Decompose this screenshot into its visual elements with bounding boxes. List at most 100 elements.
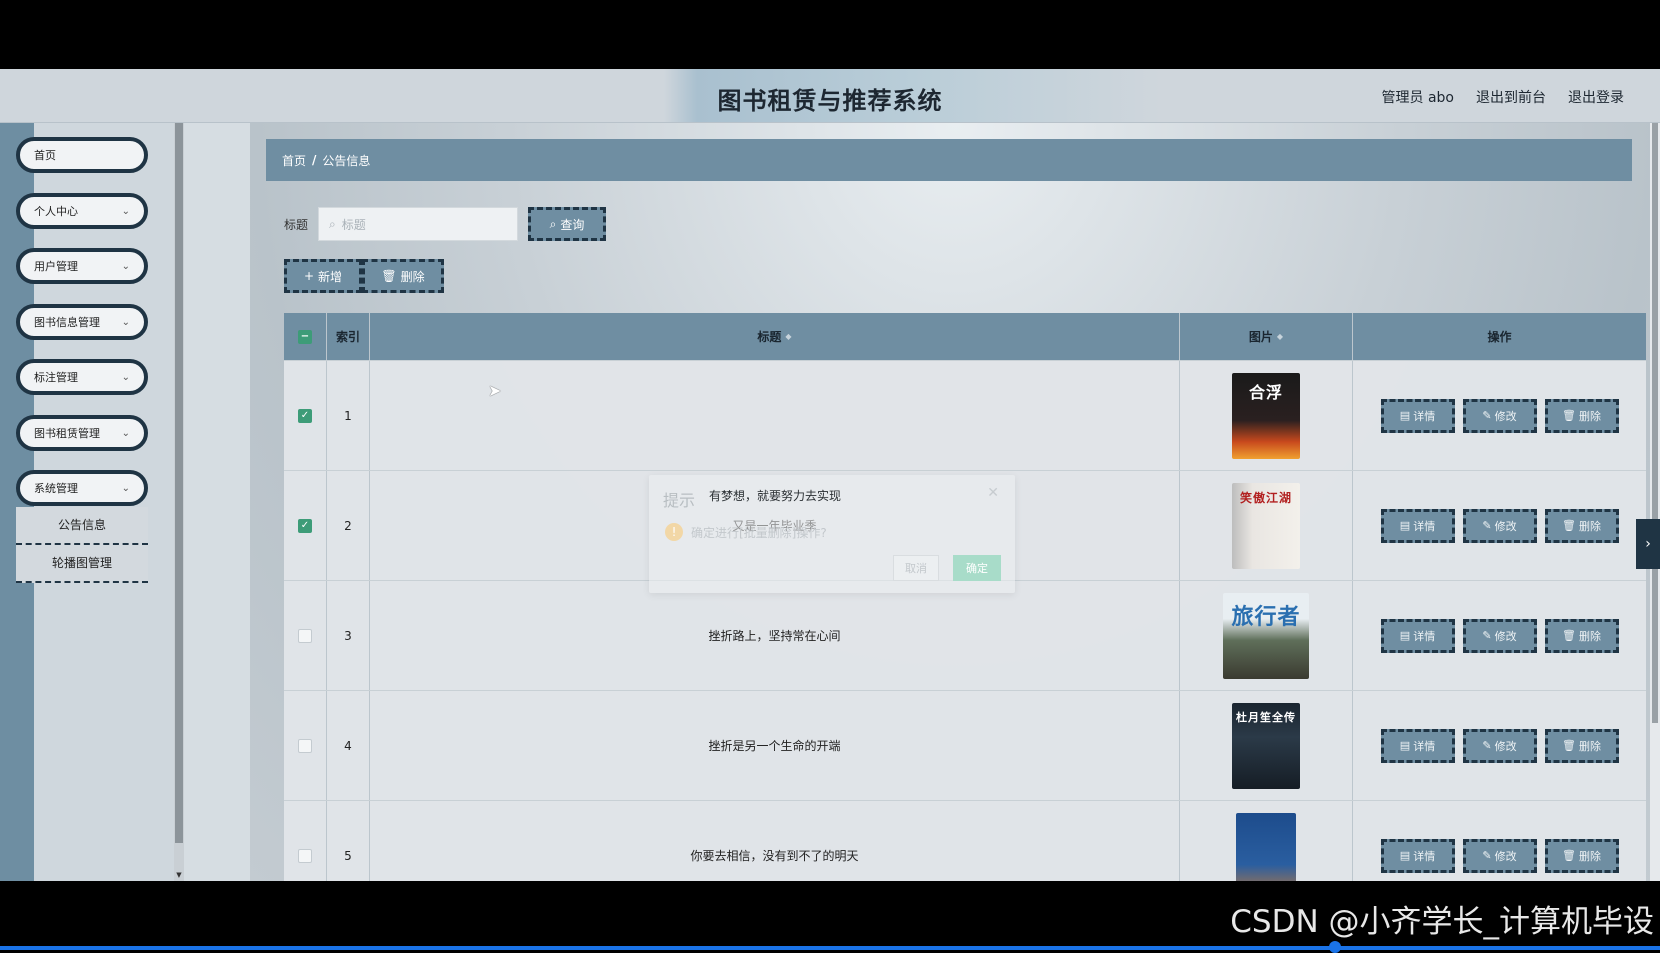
row-checkbox[interactable] [298, 628, 312, 643]
row-checkbox[interactable] [298, 848, 312, 863]
edit-label: 修改 [1494, 409, 1517, 423]
row-image-cell: 笑傲江湖 [1180, 471, 1353, 580]
edit-label: 修改 [1494, 519, 1517, 533]
book-cover-text: 合浮 [1248, 382, 1283, 402]
document-icon: ▤ [1399, 629, 1411, 642]
document-icon: ▤ [1399, 519, 1411, 532]
delete-button[interactable]: 🗑 删除 [1544, 398, 1619, 433]
trash-icon: 🗑 [1562, 409, 1576, 422]
sidebar-item-personal-center[interactable]: 个人中心 ⌄ [16, 192, 148, 229]
sidebar-item-rental-management[interactable]: 图书租赁管理 ⌄ [16, 414, 148, 451]
pencil-icon: ✎ [1482, 629, 1492, 642]
delete-label: 删除 [1578, 409, 1601, 423]
video-progress-bar[interactable] [0, 946, 1660, 950]
select-all-checkbox[interactable]: − [298, 329, 312, 344]
detail-button[interactable]: ▤ 详情 [1380, 618, 1455, 653]
dialog-title-text: 有梦想，就要努力去实现 [709, 489, 842, 503]
sort-icon[interactable]: ◆ [1277, 332, 1283, 341]
row-image-cell [1180, 801, 1353, 881]
detail-button[interactable]: ▤ 详情 [1380, 728, 1455, 763]
top-header: 图书租赁与推荐系统 管理员 abo 退出到前台 退出登录 [0, 69, 1660, 123]
search-input[interactable]: ⌕ 标题 [318, 207, 519, 241]
logout-link[interactable]: 退出登录 [1568, 87, 1624, 107]
admin-user-label[interactable]: 管理员 abo [1382, 87, 1454, 107]
sidebar-item-label: 图书信息管理 [34, 315, 100, 329]
header-title[interactable]: 标题 ◆ [370, 313, 1180, 360]
sidebar-item-user-management[interactable]: 用户管理 ⌄ [16, 248, 148, 284]
scroll-down-icon[interactable]: ▼ [174, 871, 184, 879]
search-label: 标题 [284, 217, 309, 232]
scroll-thumb[interactable] [175, 123, 183, 843]
sidebar-item-label: 首页 [34, 149, 56, 162]
chevron-down-icon: ⌄ [121, 316, 130, 328]
trash-icon: 🗑 [1562, 519, 1576, 532]
trash-icon: 🗑 [381, 269, 397, 283]
row-ops: ▤ 详情 ✎ 修改 🗑 删除 [1353, 581, 1646, 690]
chevron-right-icon[interactable]: › [1636, 519, 1660, 569]
content-gutter [184, 123, 250, 881]
add-button[interactable]: + 新增 [284, 259, 362, 293]
sidebar-item-book-info[interactable]: 图书信息管理 ⌄ [16, 303, 148, 340]
detail-button[interactable]: ▤ 详情 [1380, 838, 1455, 873]
row-check-cell [284, 691, 327, 800]
video-progress-handle[interactable] [1329, 941, 1341, 953]
confirm-button[interactable]: 确定 [953, 555, 1001, 581]
delete-button[interactable]: 🗑 删除 [1544, 508, 1619, 543]
sidebar-item-home[interactable]: 首页 [16, 137, 148, 173]
trash-icon: 🗑 [1562, 739, 1576, 752]
header-image[interactable]: 图片 ◆ [1180, 313, 1353, 360]
op-buttons: ▤ 详情 ✎ 修改 🗑 删除 [1380, 618, 1619, 653]
table-row: 4 挫折是另一个生命的开端 杜月笙全传 ▤ 详情 ✎ 修改 🗑 删除 [284, 690, 1646, 800]
row-ops: ▤ 详情 ✎ 修改 🗑 删除 [1353, 471, 1646, 580]
pencil-icon: ✎ [1482, 409, 1492, 422]
sidebar-item-tag-management[interactable]: 标注管理 ⌄ [16, 359, 148, 395]
sidebar-item-label: 个人中心 [34, 204, 78, 218]
screen-frame: 图书租赁与推荐系统 管理员 abo 退出到前台 退出登录 首页 个人中心 ⌄ 用户… [0, 0, 1660, 953]
batch-delete-button[interactable]: 🗑 删除 [362, 259, 444, 293]
edit-button[interactable]: ✎ 修改 [1462, 618, 1537, 653]
chevron-down-icon: ⌄ [121, 261, 130, 272]
search-placeholder: 标题 [341, 217, 366, 232]
sidebar-subitem-announcement[interactable]: 公告信息 [16, 506, 148, 545]
search-row: 标题 ⌕ 标题 ⌕ 查询 [284, 207, 607, 241]
edit-button[interactable]: ✎ 修改 [1462, 728, 1537, 763]
row-title: 挫折是另一个生命的开端 [370, 691, 1180, 800]
cancel-button[interactable]: 取消 [893, 555, 939, 581]
sidebar-item-system-management[interactable]: 系统管理 ⌄ [16, 470, 148, 506]
delete-button[interactable]: 🗑 删除 [1544, 728, 1619, 763]
chevron-down-icon: ⌄ [121, 483, 130, 494]
row-check-cell [284, 801, 327, 881]
delete-label: 删除 [1578, 849, 1601, 863]
main-scrollbar[interactable] [1650, 123, 1660, 881]
search-button[interactable]: ⌕ 查询 [528, 207, 607, 241]
edit-label: 修改 [1494, 739, 1517, 753]
scroll-thumb[interactable] [1652, 123, 1658, 723]
dialog-message-row: ! 确定进行[批量删除]操作? [665, 523, 827, 541]
delete-button[interactable]: 🗑 删除 [1544, 618, 1619, 653]
back-to-front-link[interactable]: 退出到前台 [1476, 87, 1546, 107]
book-cover-text: 杜月笙全传 [1236, 710, 1296, 724]
sort-icon[interactable]: ◆ [785, 332, 791, 341]
row-checkbox[interactable] [298, 738, 312, 753]
app-window: 图书租赁与推荐系统 管理员 abo 退出到前台 退出登录 首页 个人中心 ⌄ 用户… [0, 69, 1660, 881]
row-checkbox[interactable]: ✓ [298, 408, 312, 423]
sidebar-item-label: 标注管理 [34, 371, 78, 384]
detail-button[interactable]: ▤ 详情 [1380, 508, 1455, 543]
edit-button[interactable]: ✎ 修改 [1462, 838, 1537, 873]
row-ops: ▤ 详情 ✎ 修改 🗑 删除 [1353, 361, 1646, 470]
edit-button[interactable]: ✎ 修改 [1462, 508, 1537, 543]
edit-button[interactable]: ✎ 修改 [1462, 398, 1537, 433]
breadcrumb: 首页 / 公告信息 [266, 139, 1632, 181]
row-index: 1 [327, 361, 370, 470]
delete-button[interactable]: 🗑 删除 [1544, 838, 1619, 873]
row-checkbox[interactable]: ✓ [298, 518, 312, 533]
header-image-label: 图片 [1248, 330, 1273, 344]
sidebar-subitem-carousel[interactable]: 轮播图管理 [16, 544, 148, 583]
watermark-text: CSDN @小齐学长_计算机毕设 [1230, 904, 1654, 940]
op-buttons: ▤ 详情 ✎ 修改 🗑 删除 [1380, 838, 1619, 873]
close-icon[interactable]: ✕ [987, 485, 999, 501]
breadcrumb-home[interactable]: 首页 [282, 152, 306, 169]
detail-button[interactable]: ▤ 详情 [1380, 398, 1455, 433]
pencil-icon: ✎ [1482, 849, 1492, 862]
sidebar-scrollbar[interactable]: ▼ [174, 123, 184, 881]
